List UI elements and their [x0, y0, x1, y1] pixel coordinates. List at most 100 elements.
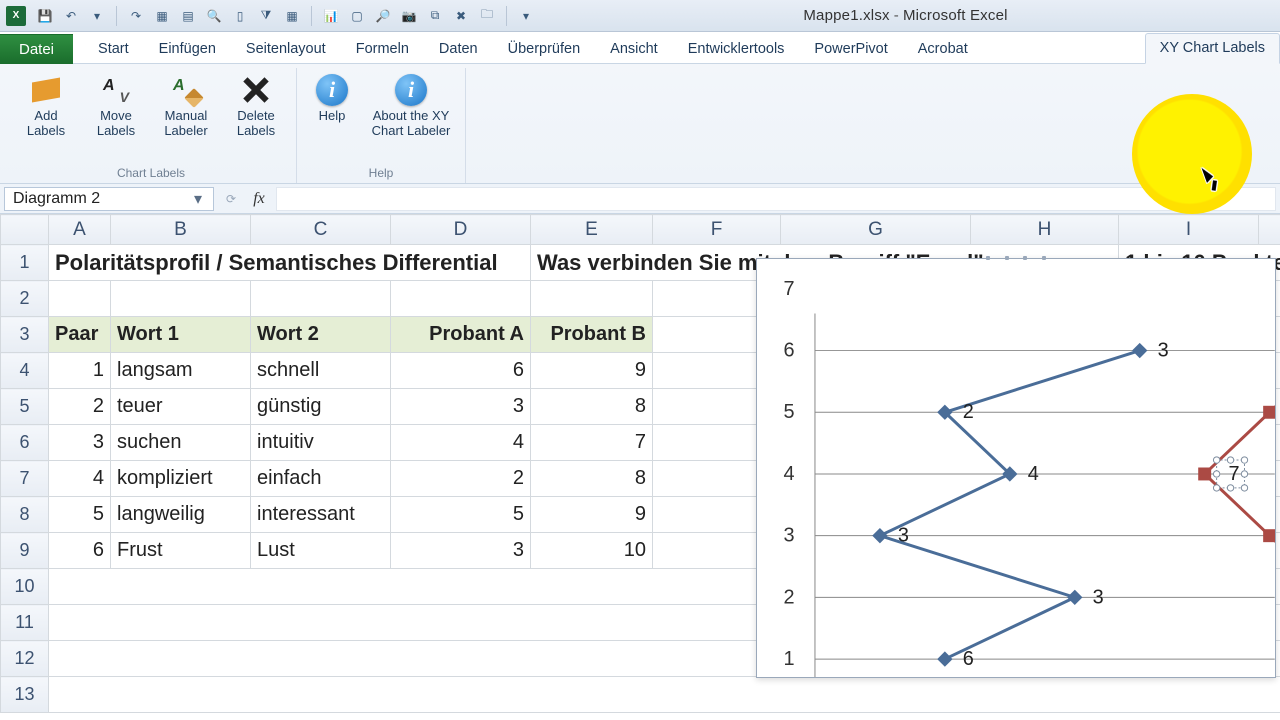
cell-C6[interactable]: intuitiv: [251, 425, 391, 461]
cell-A8[interactable]: 5: [49, 497, 111, 533]
cell-E3[interactable]: Probant B: [531, 317, 653, 353]
chart-resize-grip-top[interactable]: [986, 256, 1046, 262]
tab-formeln[interactable]: Formeln: [341, 34, 424, 64]
row-header-12[interactable]: 12: [1, 641, 49, 677]
cell-A2[interactable]: [49, 281, 111, 317]
tab-einfuegen[interactable]: Einfügen: [144, 34, 231, 64]
move-labels-button[interactable]: Move Labels: [82, 70, 150, 142]
qat-misc-1-icon[interactable]: ▦: [151, 5, 173, 27]
cell-B4[interactable]: langsam: [111, 353, 251, 389]
row-header-8[interactable]: 8: [1, 497, 49, 533]
formula-cancel-icon[interactable]: ⟳: [220, 188, 242, 210]
row-header-13[interactable]: 13: [1, 677, 49, 713]
tab-ueberpruefen[interactable]: Überprüfen: [493, 34, 596, 64]
tab-ansicht[interactable]: Ansicht: [595, 34, 673, 64]
save-icon[interactable]: 💾: [34, 5, 56, 27]
col-header-E[interactable]: E: [531, 215, 653, 245]
cell-row13[interactable]: [49, 677, 1280, 713]
tab-xy-chart-labels[interactable]: XY Chart Labels: [1145, 33, 1280, 64]
redo-icon[interactable]: ↷: [125, 5, 147, 27]
clear-icon[interactable]: ✖: [450, 5, 472, 27]
cell-C2[interactable]: [251, 281, 391, 317]
cell-A5[interactable]: 2: [49, 389, 111, 425]
qat-misc-4-icon[interactable]: ▢: [346, 5, 368, 27]
folder-icon[interactable]: 🗀: [476, 5, 498, 27]
filter-icon[interactable]: ⧩: [255, 5, 277, 27]
cell-A3[interactable]: Paar: [49, 317, 111, 353]
tab-entwicklertools[interactable]: Entwicklertools: [673, 34, 800, 64]
about-button[interactable]: i About the XY Chart Labeler: [363, 70, 459, 142]
cell-D9[interactable]: 3: [391, 533, 531, 569]
cell-D2[interactable]: [391, 281, 531, 317]
cell-E4[interactable]: 9: [531, 353, 653, 389]
cell-E6[interactable]: 7: [531, 425, 653, 461]
cell-B8[interactable]: langweilig: [111, 497, 251, 533]
add-labels-button[interactable]: Add Labels: [12, 70, 80, 142]
cell-C7[interactable]: einfach: [251, 461, 391, 497]
undo-icon[interactable]: ↶: [60, 5, 82, 27]
tab-file[interactable]: Datei: [0, 34, 73, 65]
cell-B2[interactable]: [111, 281, 251, 317]
cell-B7[interactable]: kompliziert: [111, 461, 251, 497]
col-header-F[interactable]: F: [653, 215, 781, 245]
row-header-3[interactable]: 3: [1, 317, 49, 353]
cell-E2[interactable]: [531, 281, 653, 317]
tab-acrobat[interactable]: Acrobat: [903, 34, 983, 64]
worksheet-grid[interactable]: A B C D E F G H I 1 Polaritätsprofil / S…: [0, 214, 1280, 720]
cell-A9[interactable]: 6: [49, 533, 111, 569]
col-header-I[interactable]: I: [1119, 215, 1259, 245]
manual-labeler-button[interactable]: Manual Labeler: [152, 70, 220, 142]
row-header-9[interactable]: 9: [1, 533, 49, 569]
col-header-A[interactable]: A: [49, 215, 111, 245]
undo-dropdown-icon[interactable]: ▾: [86, 5, 108, 27]
cell-B3[interactable]: Wort 1: [111, 317, 251, 353]
cell-C5[interactable]: günstig: [251, 389, 391, 425]
col-header-extra[interactable]: [1259, 215, 1280, 245]
cell-A4[interactable]: 1: [49, 353, 111, 389]
row-header-4[interactable]: 4: [1, 353, 49, 389]
embedded-chart[interactable]: 76543213243369878910: [756, 258, 1276, 678]
formula-input[interactable]: [276, 187, 1276, 211]
col-header-H[interactable]: H: [971, 215, 1119, 245]
tab-daten[interactable]: Daten: [424, 34, 493, 64]
col-header-B[interactable]: B: [111, 215, 251, 245]
cell-B6[interactable]: suchen: [111, 425, 251, 461]
name-box[interactable]: Diagramm 2 ▾: [4, 187, 214, 211]
chart-icon[interactable]: 📊: [320, 5, 342, 27]
tab-powerpivot[interactable]: PowerPivot: [799, 34, 902, 64]
cell-A1[interactable]: Polaritätsprofil / Semantisches Differen…: [49, 245, 531, 281]
row-header-7[interactable]: 7: [1, 461, 49, 497]
cell-B5[interactable]: teuer: [111, 389, 251, 425]
col-header-G[interactable]: G: [781, 215, 971, 245]
cell-E5[interactable]: 8: [531, 389, 653, 425]
cell-D6[interactable]: 4: [391, 425, 531, 461]
row-header-1[interactable]: 1: [1, 245, 49, 281]
row-header-11[interactable]: 11: [1, 605, 49, 641]
cell-C4[interactable]: schnell: [251, 353, 391, 389]
copy-icon[interactable]: ⧉: [424, 5, 446, 27]
select-all-corner[interactable]: [1, 215, 49, 245]
row-header-10[interactable]: 10: [1, 569, 49, 605]
tab-start[interactable]: Start: [83, 34, 144, 64]
row-header-5[interactable]: 5: [1, 389, 49, 425]
fx-icon[interactable]: fx: [248, 190, 270, 208]
qat-misc-3-icon[interactable]: ▯: [229, 5, 251, 27]
cell-E9[interactable]: 10: [531, 533, 653, 569]
cell-C3[interactable]: Wort 2: [251, 317, 391, 353]
cell-E7[interactable]: 8: [531, 461, 653, 497]
cell-A7[interactable]: 4: [49, 461, 111, 497]
cell-E8[interactable]: 9: [531, 497, 653, 533]
tab-seitenlayout[interactable]: Seitenlayout: [231, 34, 341, 64]
pivot-icon[interactable]: ▦: [281, 5, 303, 27]
print-preview-icon[interactable]: 🔍: [203, 5, 225, 27]
find-icon[interactable]: 🔎: [372, 5, 394, 27]
cell-D8[interactable]: 5: [391, 497, 531, 533]
cell-D5[interactable]: 3: [391, 389, 531, 425]
help-button[interactable]: i Help: [303, 70, 361, 142]
cell-D4[interactable]: 6: [391, 353, 531, 389]
name-box-chevron-icon[interactable]: ▾: [191, 192, 205, 206]
col-header-C[interactable]: C: [251, 215, 391, 245]
row-header-2[interactable]: 2: [1, 281, 49, 317]
camera-icon[interactable]: 📷: [398, 5, 420, 27]
row-header-6[interactable]: 6: [1, 425, 49, 461]
